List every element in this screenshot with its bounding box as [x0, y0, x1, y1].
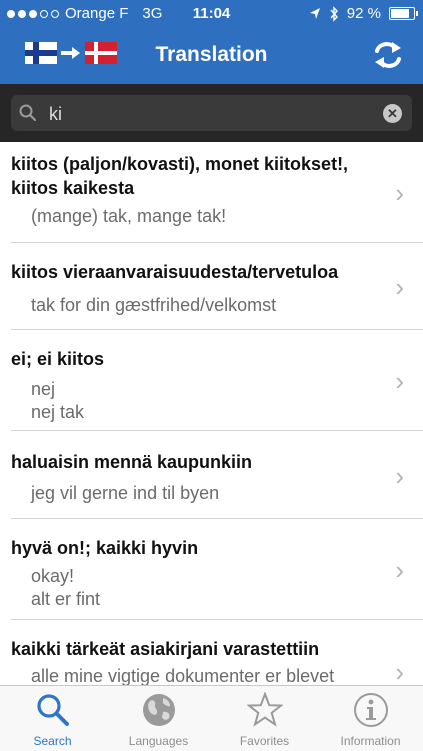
list-item[interactable]: ei; ei kiitos nej nej tak › [0, 330, 423, 431]
list-item[interactable]: hyvä on!; kaikki hyvin okay! alt er fint… [0, 519, 423, 620]
chevron-right-icon: › [395, 461, 404, 491]
tab-label: Favorites [239, 734, 290, 748]
navigation-bar: Translation [0, 28, 423, 84]
tab-bar: Search Languages Favorites Information [0, 685, 423, 751]
source-phrase: kiitos vieraanvaraisuudesta/tervetuloa [11, 262, 339, 282]
status-bar: Orange F 3G 11:04 92 % [0, 0, 423, 28]
source-phrase: kaikki tärkeät asiakirjani varastettiin [11, 639, 320, 659]
translation-text: nej tak [31, 402, 85, 422]
battery-percent: 92 % [346, 5, 381, 22]
translation-text: nej [31, 379, 56, 399]
results-list: kiitos (paljon/kovasti), monet kiitokset… [0, 142, 423, 685]
tab-information[interactable]: Information [318, 686, 423, 751]
list-item[interactable]: kiitos (paljon/kovasti), monet kiitokset… [0, 142, 423, 243]
translation-text: (mange) tak, mange tak! [31, 206, 227, 226]
source-phrase: kiitos (paljon/kovasti), monet kiitokset… [11, 154, 349, 198]
list-item[interactable]: kaikki tärkeät asiakirjani varastettiin … [0, 620, 423, 685]
tab-label: Information [340, 734, 401, 748]
chevron-right-icon: › [395, 555, 404, 585]
translation-text: alt er fint [31, 589, 101, 609]
source-phrase: haluaisin mennä kaupunkiin [11, 452, 253, 472]
info-icon [354, 693, 388, 727]
location-arrow-icon [309, 7, 320, 19]
swap-icon[interactable] [373, 40, 403, 70]
tab-search[interactable]: Search [0, 686, 105, 751]
chevron-right-icon: › [395, 178, 404, 208]
source-phrase: hyvä on!; kaikki hyvin [11, 538, 199, 558]
chevron-right-icon: › [395, 657, 404, 685]
battery-icon [389, 7, 418, 20]
tab-label: Search [33, 734, 72, 748]
star-icon [247, 692, 283, 727]
status-right: 92 % [309, 5, 418, 22]
bluetooth-icon [330, 5, 338, 22]
tab-label: Languages [128, 734, 189, 748]
translation-text: jeg vil gerne ind til byen [31, 483, 220, 503]
search-field[interactable]: ✕ [11, 95, 412, 131]
translation-text: tak for din gæstfrihed/velkomst [31, 295, 277, 315]
clear-search-icon[interactable]: ✕ [383, 104, 402, 123]
search-icon [37, 694, 69, 726]
source-phrase: ei; ei kiitos [11, 349, 105, 369]
tab-favorites[interactable]: Favorites [212, 686, 317, 751]
tab-languages[interactable]: Languages [106, 686, 211, 751]
list-item[interactable]: kiitos vieraanvaraisuudesta/tervetuloa t… [0, 243, 423, 330]
search-icon [19, 104, 37, 122]
translation-text: alle mine vigtige dokumenter er blevet [31, 666, 335, 685]
search-input[interactable] [47, 99, 381, 129]
globe-icon [143, 694, 175, 726]
search-bar: ✕ [0, 84, 423, 142]
list-item[interactable]: haluaisin mennä kaupunkiin jeg vil gerne… [0, 431, 423, 519]
chevron-right-icon: › [395, 366, 404, 396]
chevron-right-icon: › [395, 272, 404, 302]
translation-text: okay! [31, 566, 75, 586]
page-title: Translation [155, 43, 268, 66]
